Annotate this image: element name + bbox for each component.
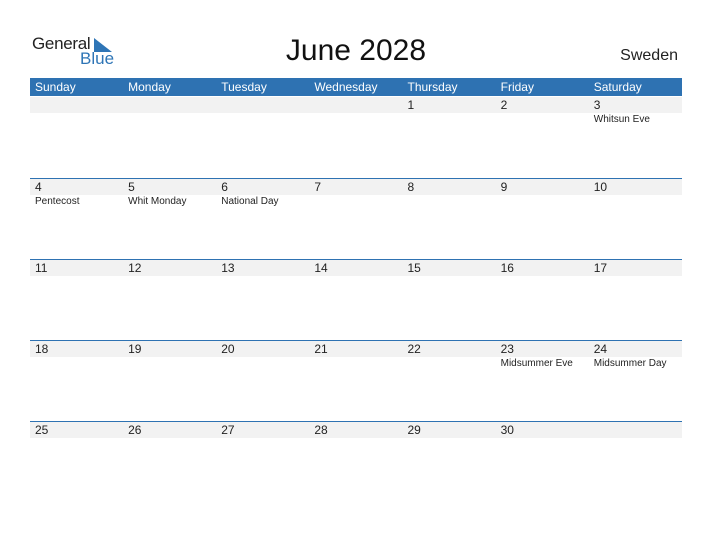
- weekday-friday: Friday: [500, 80, 534, 94]
- week-cells: 11 12 13 14 15 16 17: [30, 260, 682, 276]
- week-cells: 25 26 27 28 29 30: [30, 422, 682, 438]
- day-number: [128, 97, 216, 113]
- day-cell: 16: [496, 260, 589, 276]
- day-number: 17: [593, 261, 608, 275]
- day-number: 14: [314, 261, 328, 275]
- day-number: 12: [128, 261, 142, 275]
- day-number: 26: [128, 423, 142, 437]
- day-cell: 18: [30, 341, 123, 371]
- day-cell: 8: [403, 179, 496, 209]
- weekday-saturday: Saturday: [593, 80, 642, 94]
- holiday-label: Whitsun Eve: [593, 114, 650, 125]
- week-cells: 18 19 20 21 22 23 Midsummer Eve 24 Midsummer Day: [30, 341, 682, 371]
- day-number: 28: [314, 423, 328, 437]
- day-cell: 19: [123, 341, 216, 371]
- day-number: [221, 97, 309, 113]
- day-number: 9: [500, 180, 508, 194]
- day-cell: 14: [309, 260, 402, 276]
- day-cell: 5 Whit Monday: [123, 179, 216, 209]
- day-cell: 4 Pentecost: [30, 179, 123, 209]
- day-cell: 20: [216, 341, 309, 371]
- week-row: 1 2 3 Whitsun Eve: [30, 97, 682, 177]
- day-number: 22: [407, 342, 421, 356]
- week-row: 11 12 13 14 15 16 17: [30, 259, 682, 340]
- day-number: 20: [221, 342, 235, 356]
- day-number: 10: [593, 180, 608, 194]
- day-number: 18: [35, 342, 49, 356]
- week-row: 25 26 27 28 29 30: [30, 421, 682, 502]
- day-cell: 17: [589, 260, 682, 276]
- day-number: 30: [500, 423, 514, 437]
- weekday-tuesday: Tuesday: [221, 80, 267, 94]
- day-cell: [309, 97, 402, 127]
- day-number: 11: [35, 261, 48, 275]
- day-cell: 27: [216, 422, 309, 438]
- day-number: 29: [407, 423, 421, 437]
- weekday-monday: Monday: [128, 80, 171, 94]
- day-number: 2: [500, 98, 508, 112]
- day-cell: 12: [123, 260, 216, 276]
- day-cell: 9: [496, 179, 589, 209]
- day-cell: 2: [496, 97, 589, 127]
- calendar-title: June 2028: [285, 34, 427, 67]
- day-number: 15: [407, 261, 421, 275]
- day-number: 27: [221, 423, 235, 437]
- day-number: 3: [593, 98, 601, 112]
- holiday-label: Whit Monday: [128, 196, 187, 207]
- day-cell: 6 National Day: [216, 179, 309, 209]
- day-number: 23: [500, 342, 514, 356]
- day-number: 21: [314, 342, 328, 356]
- day-cell: [123, 97, 216, 127]
- day-number: 4: [35, 180, 42, 194]
- day-cell: 10: [589, 179, 682, 209]
- day-cell: 11: [30, 260, 123, 276]
- weekday-sunday: Sunday: [35, 80, 76, 94]
- day-number: 19: [128, 342, 142, 356]
- holiday-label: Midsummer Day: [593, 358, 667, 369]
- holiday-label: Pentecost: [35, 196, 80, 207]
- day-cell: [30, 97, 123, 127]
- day-cell: 7: [309, 179, 402, 209]
- day-number: 8: [407, 180, 415, 194]
- day-number: 16: [500, 261, 514, 275]
- day-cell: 24 Midsummer Day: [589, 341, 682, 371]
- day-number: 24: [593, 342, 608, 356]
- day-cell: [589, 422, 682, 438]
- week-cells: 1 2 3 Whitsun Eve: [30, 97, 682, 127]
- day-number: [35, 97, 123, 113]
- day-cell: 26: [123, 422, 216, 438]
- day-cell: 25: [30, 422, 123, 438]
- day-cell: 13: [216, 260, 309, 276]
- day-number: 1: [407, 98, 415, 112]
- day-cell: 22: [403, 341, 496, 371]
- weekday-thursday: Thursday: [407, 80, 458, 94]
- day-number: 5: [128, 180, 135, 194]
- day-number: 7: [314, 180, 322, 194]
- weekday-wednesday: Wednesday: [314, 80, 378, 94]
- country-label: Sweden: [620, 47, 678, 64]
- day-number: 13: [221, 261, 235, 275]
- day-cell: 30: [496, 422, 589, 438]
- day-cell: 15: [403, 260, 496, 276]
- weekday-header: Sunday Monday Tuesday Wednesday Thursday…: [30, 78, 682, 96]
- week-row: 18 19 20 21 22 23 Midsummer Eve 24 Midsummer Day: [30, 340, 682, 421]
- day-cell: 28: [309, 422, 402, 438]
- day-cell: 3 Whitsun Eve: [589, 97, 682, 127]
- day-cell: 21: [309, 341, 402, 371]
- day-cell: 1: [403, 97, 496, 127]
- holiday-label: National Day: [221, 196, 279, 207]
- day-number: [314, 97, 402, 113]
- week-row: 4 Pentecost 5 Whit Monday 6 National Day 7 8 9 10: [30, 178, 682, 259]
- day-cell: [216, 97, 309, 127]
- day-cell: 29: [403, 422, 496, 438]
- holiday-label: Midsummer Eve: [500, 358, 573, 369]
- day-number: 25: [35, 423, 49, 437]
- day-cell: 23 Midsummer Eve: [496, 341, 589, 371]
- day-number: 6: [221, 180, 228, 194]
- day-number: [594, 422, 682, 438]
- week-cells: 4 Pentecost 5 Whit Monday 6 National Day 7 8 9 10: [30, 179, 682, 209]
